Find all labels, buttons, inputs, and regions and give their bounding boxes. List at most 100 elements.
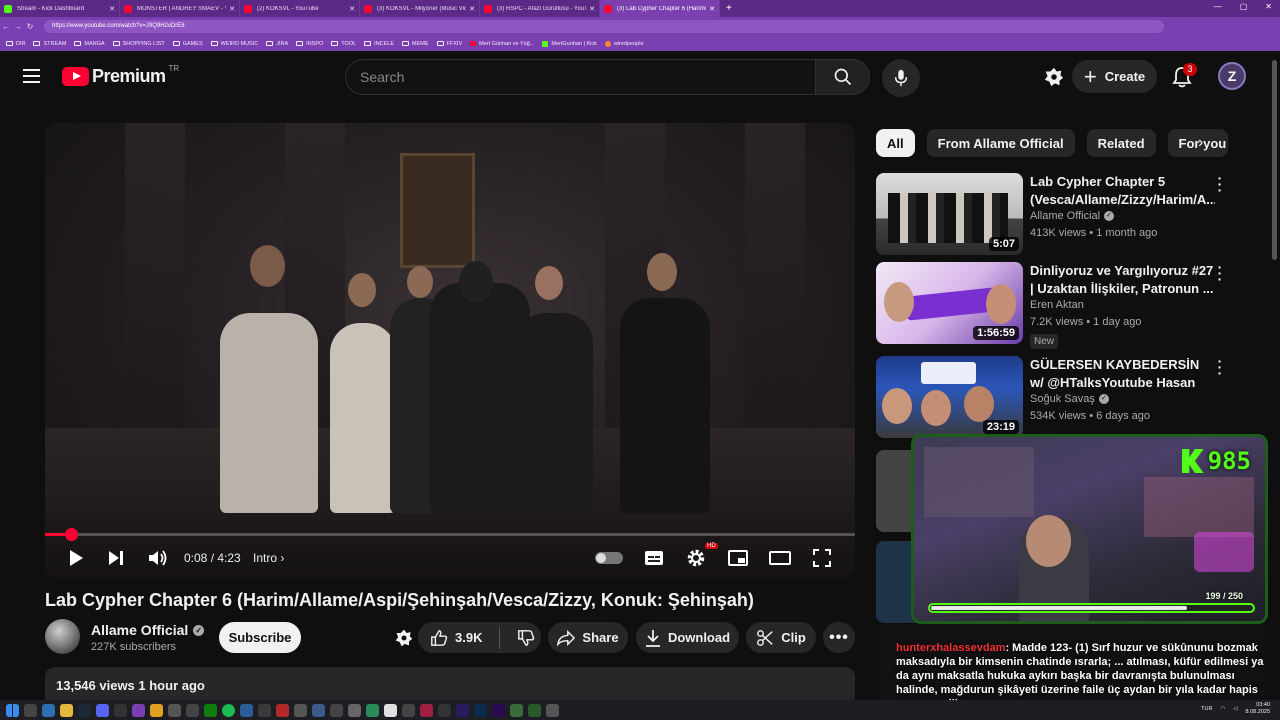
recommended-channel[interactable]: Soğuk Savaş ✓ bbox=[1030, 393, 1109, 405]
app-icon[interactable] bbox=[528, 703, 541, 717]
chip-related[interactable]: Related bbox=[1086, 129, 1156, 157]
close-tab-icon[interactable]: ✕ bbox=[229, 5, 235, 13]
recommended-video[interactable]: 5:07 Lab Cypher Chapter 5 (Vesca/Allame/… bbox=[876, 171, 1252, 255]
close-window-icon[interactable]: ✕ bbox=[1265, 2, 1272, 11]
chrome-icon[interactable] bbox=[150, 703, 163, 717]
bookmark-jira[interactable]: JIRA bbox=[266, 41, 288, 47]
app-icon[interactable] bbox=[168, 703, 181, 717]
close-tab-icon[interactable]: ✕ bbox=[469, 5, 475, 13]
autoplay-toggle[interactable] bbox=[593, 544, 625, 572]
bookmark-wiredpeople[interactable]: wiredpeople bbox=[604, 40, 644, 47]
bookmark-stream[interactable]: STREAM bbox=[33, 41, 66, 47]
app-icon[interactable] bbox=[294, 703, 307, 717]
close-tab-icon[interactable]: ✕ bbox=[709, 5, 715, 13]
voice-search-button[interactable] bbox=[882, 59, 920, 97]
video-thumbnail[interactable]: 5:07 bbox=[876, 173, 1023, 255]
recommended-video[interactable]: 1:56:59 Dinliyoruz ve Yargılıyoruz #27 |… bbox=[876, 260, 1252, 349]
photoshop-icon[interactable] bbox=[474, 703, 487, 717]
browser-tab[interactable]: (2) KÖKSVL - YouTube ✕ bbox=[240, 0, 360, 17]
progress-bar[interactable] bbox=[45, 528, 855, 541]
app-icon[interactable] bbox=[348, 703, 361, 717]
subscribe-button[interactable]: Subscribe bbox=[219, 622, 301, 653]
search-icon[interactable] bbox=[24, 703, 37, 717]
bookmark-weird-music[interactable]: WEIRD MUSIC bbox=[210, 41, 258, 47]
miniplayer-button[interactable] bbox=[726, 544, 750, 572]
browser-tab-active[interactable]: (3) Lab Cypher Chapter 6 (Harim/✕ bbox=[600, 0, 720, 17]
bookmark-tool[interactable]: TOOL bbox=[331, 41, 356, 47]
bookmark-ffxiv[interactable]: FFXIV bbox=[436, 41, 462, 47]
clock[interactable]: 03:40 8.08.2025 bbox=[1246, 702, 1270, 716]
forward-icon[interactable]: → bbox=[12, 22, 24, 31]
recommended-channel[interactable]: Allame Official ✓ bbox=[1030, 210, 1115, 222]
close-tab-icon[interactable]: ✕ bbox=[349, 5, 355, 13]
theater-mode-button[interactable] bbox=[767, 544, 793, 572]
new-tab-button[interactable]: + bbox=[720, 3, 738, 14]
url-field[interactable]: https://www.youtube.com/watch?v=J9Q9H2vD… bbox=[44, 20, 1164, 33]
clip-button[interactable]: Clip bbox=[746, 622, 816, 653]
app-icon[interactable] bbox=[186, 703, 199, 717]
bookmark-youtube-channel[interactable]: Mert Günhan ve Yüğ... bbox=[470, 41, 534, 47]
youtube-studio-button[interactable] bbox=[1040, 63, 1068, 91]
video-thumbnail[interactable]: 23:19 bbox=[876, 356, 1023, 438]
account-avatar[interactable]: Z bbox=[1218, 62, 1246, 90]
discord-icon[interactable] bbox=[96, 703, 109, 717]
video-thumbnail[interactable] bbox=[876, 450, 916, 532]
bookmark-incele[interactable]: INCELE bbox=[364, 41, 394, 47]
bookmark-dir[interactable]: DIR bbox=[6, 41, 25, 47]
close-tab-icon[interactable]: ✕ bbox=[589, 5, 595, 13]
more-actions-button[interactable]: ••• bbox=[823, 622, 855, 653]
chip-all[interactable]: All bbox=[876, 129, 915, 157]
premiere-icon[interactable] bbox=[492, 703, 505, 717]
channel-name[interactable]: Allame Official ✓ bbox=[91, 622, 205, 638]
recommended-video[interactable]: 23:19 GÜLERSEN KAYBEDERSİN w/ @HTalksYou… bbox=[876, 354, 1252, 438]
bookmark-shopping-list[interactable]: SHOPPING LIST bbox=[112, 41, 165, 47]
app-icon[interactable] bbox=[330, 703, 343, 717]
xbox-icon[interactable] bbox=[204, 703, 217, 717]
recommended-title[interactable]: GÜLERSEN KAYBEDERSİN w/ @HTalksYoutube H… bbox=[1030, 356, 1215, 392]
more-vertical-icon[interactable]: · · · bbox=[1216, 354, 1224, 380]
wifi-icon[interactable]: ◠ bbox=[1220, 706, 1225, 712]
obs-icon[interactable] bbox=[114, 703, 127, 717]
after-effects-icon[interactable] bbox=[456, 703, 469, 717]
share-button[interactable]: Share bbox=[548, 622, 628, 653]
app-icon[interactable] bbox=[312, 703, 325, 717]
fullscreen-button[interactable] bbox=[810, 544, 834, 572]
recommended-channel[interactable]: Eren Aktan bbox=[1030, 299, 1084, 311]
video-thumbnail[interactable]: 1:56:59 bbox=[876, 262, 1023, 344]
speaker-icon[interactable]: ◁ bbox=[1233, 706, 1237, 712]
app-icon[interactable] bbox=[420, 703, 433, 717]
app-icon[interactable] bbox=[510, 703, 523, 717]
bookmark-manga[interactable]: MANGA bbox=[74, 41, 105, 47]
app-icon[interactable] bbox=[258, 703, 271, 717]
volume-button[interactable] bbox=[146, 544, 170, 572]
task-view-icon[interactable] bbox=[42, 703, 55, 717]
windows-start-icon[interactable] bbox=[6, 703, 19, 717]
app-icon[interactable] bbox=[546, 703, 559, 717]
back-icon[interactable]: ← bbox=[0, 22, 12, 31]
bookmark-kick-channel[interactable]: MertGunhan | Kick bbox=[542, 40, 597, 47]
app-icon[interactable] bbox=[276, 703, 289, 717]
download-button[interactable]: Download bbox=[636, 622, 739, 653]
settings-button[interactable] bbox=[684, 544, 708, 572]
browser-icon[interactable] bbox=[132, 703, 145, 717]
app-icon[interactable] bbox=[438, 703, 451, 717]
dislike-button[interactable] bbox=[517, 629, 535, 647]
hype-button[interactable] bbox=[392, 622, 416, 653]
recommended-title[interactable]: Lab Cypher Chapter 5 (Vesca/Allame/Zizzy… bbox=[1030, 173, 1215, 209]
language-indicator[interactable]: TUR bbox=[1201, 706, 1212, 712]
chip-from-channel[interactable]: From Allame Official bbox=[926, 129, 1075, 157]
app-icon[interactable] bbox=[384, 703, 397, 717]
bookmark-inspo[interactable]: INSPO bbox=[296, 41, 323, 47]
chapter-button[interactable]: Intro › bbox=[253, 551, 284, 565]
browser-tab[interactable]: MONSTER | ANDREY SMAEV - Yo ✕ bbox=[120, 0, 240, 17]
reload-icon[interactable]: ↻ bbox=[24, 22, 36, 31]
browser-tab[interactable]: (3) RSPC - Afazi Gürültüsü - YouTu ✕ bbox=[480, 0, 600, 17]
more-vertical-icon[interactable]: · · · bbox=[1216, 171, 1224, 197]
video-thumbnail[interactable] bbox=[876, 541, 916, 623]
like-button[interactable]: 3.9K bbox=[430, 629, 482, 647]
browser-tab[interactable]: (3) KÖKSVL - Milyoner (Music Vid ✕ bbox=[360, 0, 480, 17]
hamburger-menu-icon[interactable] bbox=[23, 69, 40, 83]
recommended-title[interactable]: Dinliyoruz ve Yargılıyoruz #27 | Uzaktan… bbox=[1030, 262, 1215, 298]
spotify-icon[interactable] bbox=[222, 703, 235, 717]
next-button[interactable] bbox=[105, 544, 127, 572]
